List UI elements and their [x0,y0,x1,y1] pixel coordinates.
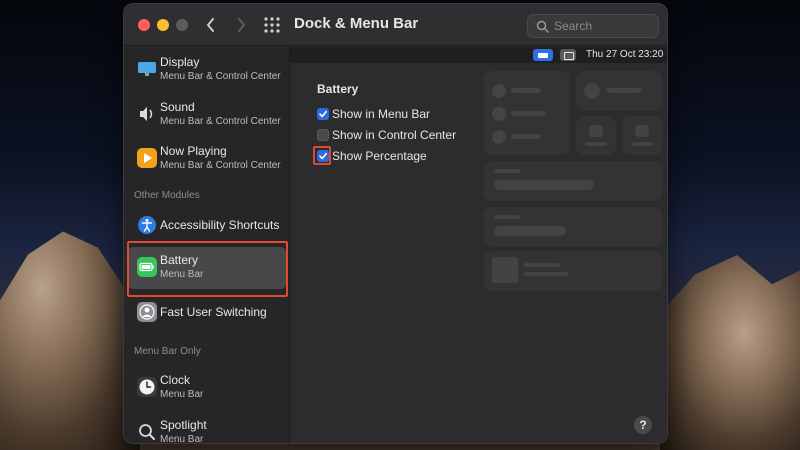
display-icon [138,62,156,76]
sidebar-item-sound[interactable]: Sound Menu Bar & Control Center [128,94,286,136]
option-label: Show Percentage [332,149,427,163]
search-icon [536,20,549,33]
preview-slider [494,180,594,190]
preview-bar [494,215,520,219]
battery-icon [137,257,157,277]
sidebar-item-spotlight[interactable]: Spotlight Menu Bar [128,412,286,444]
help-button[interactable]: ? [634,416,652,434]
preview-dot [584,83,600,99]
settings-window: Dock & Menu Bar Display Menu Bar & Contr… [123,3,668,444]
preview-bar [635,125,649,137]
preview-bar [585,142,607,146]
preview-bar [511,88,541,93]
chevron-right-icon [238,18,245,32]
sidebar-item-label: Clock [160,373,191,387]
preview-card [484,207,662,247]
preview-card [622,116,662,155]
preview-card [484,161,662,201]
sidebar-item-sublabel: Menu Bar [160,389,204,400]
preview-card [484,251,662,291]
section-header-other-modules: Other Modules [134,190,200,201]
chevron-left-icon [207,18,214,32]
title-bar: Dock & Menu Bar [124,4,667,46]
preview-card [576,116,616,155]
menu-bar-clock: Thu 27 Oct 23:20 [586,49,664,60]
section-header-menu-bar-only: Menu Bar Only [134,346,201,357]
sidebar-item-label: Display [160,55,200,69]
window-title: Dock & Menu Bar [294,15,419,32]
option-label: Show in Control Center [332,128,457,142]
play-icon [137,148,157,168]
battery-section-title: Battery [317,82,359,96]
option-label: Show in Menu Bar [332,107,431,121]
sidebar-item-fast-user-switching[interactable]: Fast User Switching [128,292,286,334]
checkmark-icon [319,152,327,160]
control-center-icon [560,49,576,61]
sidebar-item-label: Fast User Switching [160,305,267,319]
preview-artwork [492,257,518,283]
sidebar-item-label: Now Playing [160,144,227,158]
search-field[interactable] [527,14,659,38]
zoom-window-button[interactable] [176,19,188,31]
preview-bar [524,263,560,267]
show-all-button[interactable] [264,17,280,33]
wallpaper-rock-left [0,231,140,450]
preview-bar [511,111,546,116]
preview-bar [631,142,653,146]
sidebar-item-sublabel: Menu Bar & Control Center [160,71,281,82]
checkbox-unchecked[interactable] [317,129,329,141]
grid-icon [264,17,280,33]
sidebar-item-sublabel: Menu Bar & Control Center [160,160,281,171]
wallpaper-rock-right [660,255,800,450]
menu-bar-preview: Thu 27 Oct 23:20 [290,47,667,63]
preview-bar [511,134,541,139]
user-icon [137,302,157,322]
sidebar-item-label: Accessibility Shortcuts [160,218,280,232]
clock-icon [137,377,157,397]
accessibility-icon [138,216,156,234]
sidebar-item-sublabel: Menu Bar [160,434,204,444]
preview-slider [494,226,566,236]
menu-bar-battery-icon [533,49,553,61]
forward-button[interactable] [230,13,252,37]
sidebar-item-battery[interactable]: Battery Menu Bar [128,247,286,289]
sidebar-item-display[interactable]: Display Menu Bar & Control Center [128,49,286,91]
preview-bar [524,272,568,276]
sidebar-item-clock[interactable]: Clock Menu Bar [128,367,286,409]
checkbox-checked[interactable] [317,150,329,162]
sidebar-item-accessibility-shortcuts[interactable]: Accessibility Shortcuts [128,205,286,247]
preview-dot [492,130,506,144]
sidebar-item-sublabel: Menu Bar & Control Center [160,116,281,127]
speaker-icon [140,107,153,121]
sidebar-item-label: Sound [160,100,195,114]
close-window-button[interactable] [138,19,150,31]
preview-bar [494,169,520,173]
minimize-window-button[interactable] [157,19,169,31]
preview-dot [492,84,506,98]
search-input[interactable] [554,18,654,34]
preview-bar [606,88,642,93]
preview-card [484,71,570,155]
preview-bar [589,125,603,137]
spotlight-icon [139,424,155,440]
sidebar-item-label: Spotlight [160,418,207,432]
preview-card [576,71,662,111]
sidebar-item-now-playing[interactable]: Now Playing Menu Bar & Control Center [128,138,286,180]
sidebar: Display Menu Bar & Control Center Sound … [124,47,290,444]
preview-dot [492,107,506,121]
content-pane: Thu 27 Oct 23:20 Battery Show in Menu Ba… [290,47,667,443]
sidebar-item-label: Battery [160,253,199,267]
sidebar-item-sublabel: Menu Bar [160,269,204,280]
back-button[interactable] [200,13,222,37]
checkbox-checked[interactable] [317,108,329,120]
checkmark-icon [319,110,327,118]
